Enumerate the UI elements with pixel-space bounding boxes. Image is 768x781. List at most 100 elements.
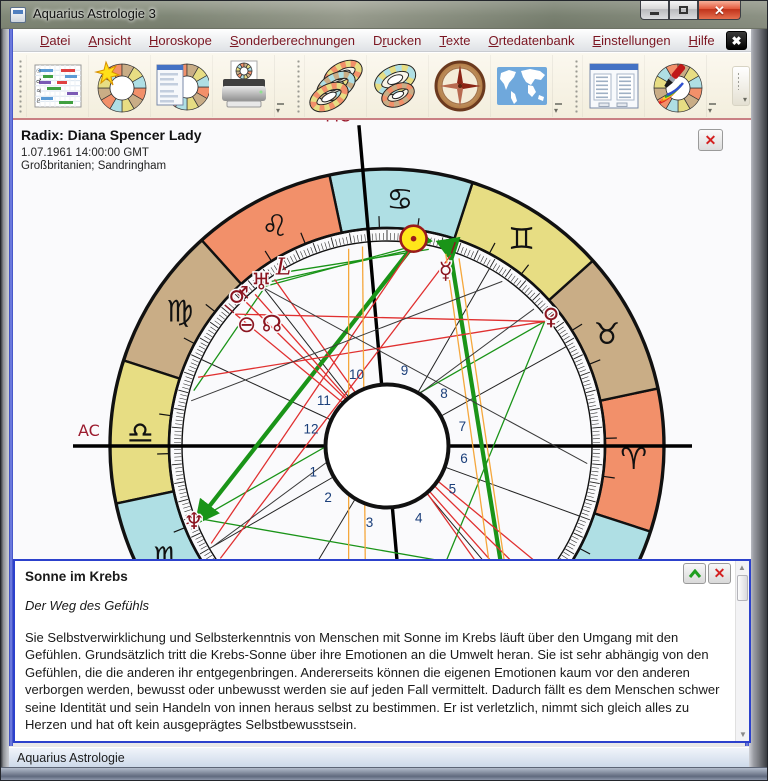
status-bar: Aquarius Astrologie [9, 747, 749, 769]
status-text: Aquarius Astrologie [17, 751, 125, 765]
toolbar-group [572, 55, 717, 117]
sign-glyph-gemini: ♊ [508, 222, 535, 257]
panel-scrollbar[interactable]: ▲ ▼ [735, 561, 749, 741]
planet-uranus: ♅ [251, 270, 272, 296]
planet-lilith: L [275, 255, 291, 281]
panel-collapse-button[interactable] [683, 563, 706, 584]
close-button[interactable]: ✕ [698, 1, 741, 20]
chart-header: Radix: Diana Spencer Lady 1.07.1961 14:0… [21, 127, 202, 172]
house-number-11: 11 [317, 393, 331, 408]
maximize-button[interactable] [669, 1, 698, 20]
scroll-down-icon[interactable]: ▼ [739, 730, 747, 739]
window-frame-left [1, 29, 9, 780]
new-horoscope-wheel-icon [93, 59, 147, 113]
scroll-up-icon[interactable]: ▲ [738, 563, 746, 572]
ephemeris-chart-icon: ☉ ♂ ♃ ♇ [31, 59, 85, 113]
toolbar-button-compass[interactable] [428, 55, 490, 117]
toolbar-button-new-horoscope-wheel[interactable] [88, 55, 150, 117]
compass-icon [433, 59, 487, 113]
toolbar-group [294, 55, 563, 117]
title-bar[interactable]: Aquarius Astrologie 3 ✕ [1, 1, 768, 29]
window-frame-right [749, 29, 767, 780]
toolbar-button-ephemeris-chart[interactable]: ☉ ♂ ♃ ♇ [26, 55, 88, 117]
house-number-3: 3 [366, 515, 374, 530]
menu-item-datei[interactable]: Datei [31, 31, 79, 50]
sign-glyph-leo: ♌ [261, 209, 288, 244]
sign-glyph-cancer: ♋ [386, 182, 413, 217]
toolbar-drag-handle[interactable] [573, 59, 580, 113]
toolbar-overflow-button[interactable] [274, 55, 285, 117]
menu-item-horoskope[interactable]: Horoskope [140, 31, 221, 50]
panel-close-button[interactable]: ✕ [708, 563, 731, 584]
toolbar: ☉ ♂ ♃ ♇ [13, 52, 751, 118]
planet-north-node: ☊ [262, 312, 282, 338]
mc-label: MC [325, 120, 350, 125]
planet-mercury: ☿ [439, 259, 453, 285]
toolbar-drag-handle[interactable] [17, 59, 24, 113]
ac-label: AC [78, 421, 100, 440]
menu-item-drucken[interactable]: Drucken [364, 31, 430, 50]
svg-text:♇: ♇ [36, 98, 41, 105]
world-map-icon [495, 59, 549, 113]
house-number-8: 8 [440, 386, 448, 401]
chart-close-button[interactable]: ✕ [698, 129, 723, 151]
app-window: Aquarius Astrologie 3 ✕ DateiAnsichtHoro… [0, 0, 768, 781]
toolbar-button-print-chart[interactable] [212, 55, 274, 117]
house-number-10: 10 [349, 367, 364, 382]
chevron-up-icon [688, 569, 702, 579]
house-number-1: 1 [309, 464, 317, 479]
toolbar-button-paint-wheel[interactable] [644, 55, 706, 117]
window-title: Aquarius Astrologie 3 [33, 6, 156, 21]
menu-item-ansicht[interactable]: Ansicht [79, 31, 140, 50]
svg-text:♂: ♂ [36, 78, 41, 85]
interpretation-panel: Sonne im Krebs Der Weg des Gefühls Sie S… [13, 559, 751, 743]
svg-text:♃: ♃ [36, 88, 41, 95]
minimize-icon [650, 12, 659, 15]
house-number-9: 9 [401, 363, 409, 378]
house-number-6: 6 [460, 451, 468, 466]
interpretation-paragraph: Sie Selbstverwirklichung und Selbsterken… [25, 629, 725, 733]
horoscope-data-dialog-icon [155, 59, 209, 113]
planet-neptune: ♆ [184, 509, 205, 535]
chart-panel: ♈♉♊♋♌♍♎♏♐♑♒♓☿♀♂♅L⊖☊♆123456789101112MCAC … [13, 120, 751, 559]
house-number-12: 12 [303, 421, 318, 436]
toolbar-collapsed-group[interactable] [732, 66, 750, 106]
chart-location: Großbritanien; Sandringham [21, 160, 202, 172]
planet-pluto: ⊖ [237, 312, 256, 338]
mdi-restore-button[interactable]: ✖ [726, 31, 747, 50]
toolbar-button-wheel-overlay[interactable] [366, 55, 428, 117]
scrollbar-thumb[interactable] [737, 575, 748, 601]
planet-sun [401, 226, 427, 252]
toolbar-button-wheel-stack[interactable] [304, 55, 366, 117]
house-number-5: 5 [449, 481, 457, 496]
menu-item-sonderberechnungen[interactable]: Sonderberechnungen [221, 31, 364, 50]
menu-item-ortedatenbank[interactable]: Ortedatenbank [479, 31, 583, 50]
toolbar-overflow-button[interactable] [552, 55, 563, 117]
wheel-overlay-icon [371, 59, 425, 113]
toolbar-group: ☉ ♂ ♃ ♇ [16, 55, 285, 117]
app-icon [10, 7, 26, 23]
sign-glyph-taurus: ♉ [594, 317, 621, 352]
toolbar-button-orte-list-dialog[interactable] [582, 55, 644, 117]
toolbar-overflow-button[interactable] [706, 55, 717, 117]
house-number-7: 7 [459, 419, 467, 434]
sign-glyph-scorpio: ♏ [153, 541, 180, 559]
interpretation-subtitle: Der Weg des Gefühls [25, 598, 725, 613]
planet-venus: ♀ [543, 304, 560, 330]
orte-list-dialog-icon [587, 59, 641, 113]
toolbar-button-world-map[interactable] [490, 55, 552, 117]
menu-item-einstellungen[interactable]: Einstellungen [583, 31, 679, 50]
radix-wheel: ♈♉♊♋♌♍♎♏♐♑♒♓☿♀♂♅L⊖☊♆123456789101112MCAC [13, 120, 751, 559]
menu-bar: DateiAnsichtHoroskopeSonderberechnungenD… [13, 29, 751, 52]
toolbar-button-horoscope-data-dialog[interactable] [150, 55, 212, 117]
print-chart-icon [217, 59, 271, 113]
sign-glyph-virgo: ♍ [166, 294, 193, 329]
minimize-button[interactable] [640, 1, 669, 20]
menu-item-texte[interactable]: Texte [430, 31, 479, 50]
house-number-4: 4 [415, 510, 423, 525]
toolbar-drag-handle[interactable] [295, 59, 302, 113]
paint-wheel-icon [649, 59, 703, 113]
maximize-icon [679, 6, 688, 14]
svg-text:☉: ☉ [36, 68, 41, 75]
menu-item-hilfe[interactable]: Hilfe [680, 31, 724, 50]
